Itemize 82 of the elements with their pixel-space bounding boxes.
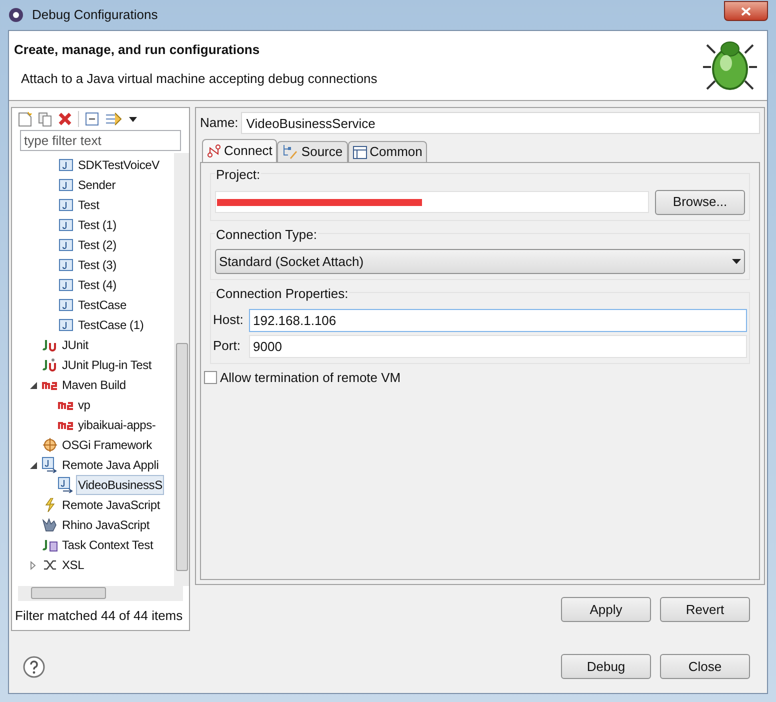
expand-arrow-icon[interactable] — [30, 560, 36, 570]
port-label: Port: — [213, 337, 242, 356]
tree-item[interactable]: Test (4) — [76, 275, 118, 295]
m2-icon — [58, 400, 74, 410]
tree-item[interactable]: Test (2) — [76, 235, 118, 255]
tree-item[interactable]: XSL — [60, 555, 86, 575]
vertical-scrollbar[interactable] — [174, 153, 189, 586]
source-tree-icon — [282, 144, 298, 160]
host-field[interactable]: 192.168.1.106 — [249, 308, 747, 332]
port-field[interactable]: 9000 — [249, 334, 747, 358]
tree-item[interactable]: JUnit — [60, 335, 90, 355]
tree-item[interactable]: VideoBusinessS — [76, 475, 164, 495]
duplicate-icon[interactable] — [38, 112, 52, 126]
ju-icon — [42, 338, 58, 352]
delete-icon[interactable] — [58, 112, 72, 126]
java-file-icon — [59, 198, 73, 212]
horizontal-scrollbar[interactable] — [18, 586, 183, 600]
connector-icon — [207, 144, 221, 158]
filter-icon[interactable] — [105, 112, 123, 126]
filter-status: Filter matched 44 of 44 items — [14, 606, 184, 624]
debug-button[interactable]: Debug — [561, 654, 651, 679]
tree-item[interactable]: Maven Build — [60, 375, 128, 395]
tree-item[interactable]: TestCase — [76, 295, 128, 315]
m2-icon — [58, 420, 74, 430]
tab[interactable]: Common — [348, 141, 428, 162]
java-file-icon — [59, 218, 73, 232]
filter-field[interactable]: type filter text — [20, 130, 181, 151]
tree-item[interactable]: SDKTestVoiceV — [76, 155, 162, 175]
tree-item[interactable]: OSGi Framework — [60, 435, 154, 455]
tree-item[interactable]: Test (1) — [76, 215, 118, 235]
collapse-all-icon[interactable] — [85, 112, 99, 126]
java-file-icon — [59, 238, 73, 252]
close-button[interactable] — [724, 1, 768, 21]
project-field[interactable] — [215, 191, 649, 213]
tree-item[interactable]: Test — [76, 195, 102, 215]
tree-item[interactable]: Remote JavaScript — [60, 495, 162, 515]
close-dialog-button[interactable]: Close — [660, 654, 750, 679]
checkbox[interactable] — [204, 370, 217, 384]
new-file-icon[interactable] — [18, 112, 32, 126]
tree-item[interactable]: vp — [76, 395, 92, 415]
header-title: Create, manage, and run configurations — [14, 41, 261, 59]
remote-app-icon — [58, 477, 74, 493]
dropdown-arrow-icon — [732, 259, 741, 264]
host-label: Host: — [213, 311, 243, 330]
window-title: Debug Configurations — [32, 6, 158, 24]
lightning-icon — [43, 498, 57, 512]
java-file-icon — [59, 258, 73, 272]
checkbox-label: Allow termination of remote VM — [220, 368, 401, 386]
connection-type-dropdown[interactable]: Standard (Socket Attach) — [215, 249, 745, 274]
tab[interactable]: Source — [277, 141, 348, 162]
close-icon — [741, 6, 751, 16]
shuffle-icon — [43, 559, 57, 571]
ju-icon — [42, 358, 58, 372]
table-icon — [352, 146, 367, 158]
header-message: Attach to a Java virtual machine accepting debug connections — [20, 70, 378, 88]
ju-icon — [42, 538, 58, 552]
tree-item[interactable]: TestCase (1) — [76, 315, 146, 335]
java-file-icon — [59, 158, 73, 172]
tree-item[interactable]: Task Context Test — [60, 535, 156, 555]
revert-button[interactable]: Revert — [660, 597, 750, 622]
java-file-icon — [59, 298, 73, 312]
java-file-icon — [59, 278, 73, 292]
apply-button[interactable]: Apply — [561, 597, 651, 622]
help-icon[interactable] — [23, 656, 45, 678]
tree-item[interactable]: Remote Java Appli — [60, 455, 161, 475]
tree-item[interactable]: Sender — [76, 175, 118, 195]
tree-item[interactable]: JUnit Plug-in Test — [60, 355, 154, 375]
remote-app-icon — [42, 457, 58, 473]
crosshair-globe-icon — [43, 438, 57, 452]
dropdown-arrow-icon[interactable] — [129, 116, 137, 122]
collapse-arrow-icon[interactable] — [30, 462, 36, 468]
tab[interactable]: Connect — [202, 139, 278, 162]
tree-item[interactable]: Test (3) — [76, 255, 118, 275]
java-file-icon — [59, 178, 73, 192]
tree-item[interactable]: Rhino JavaScript — [60, 515, 152, 535]
name-label: Name: — [200, 114, 238, 132]
java-file-icon — [59, 318, 73, 332]
m2-icon — [42, 380, 58, 390]
tree-item[interactable]: yibaikuai-apps- — [76, 415, 158, 435]
browse-button[interactable]: Browse... — [655, 190, 745, 214]
collapse-arrow-icon[interactable] — [30, 382, 36, 388]
name-field[interactable]: VideoBusinessService — [241, 112, 760, 134]
